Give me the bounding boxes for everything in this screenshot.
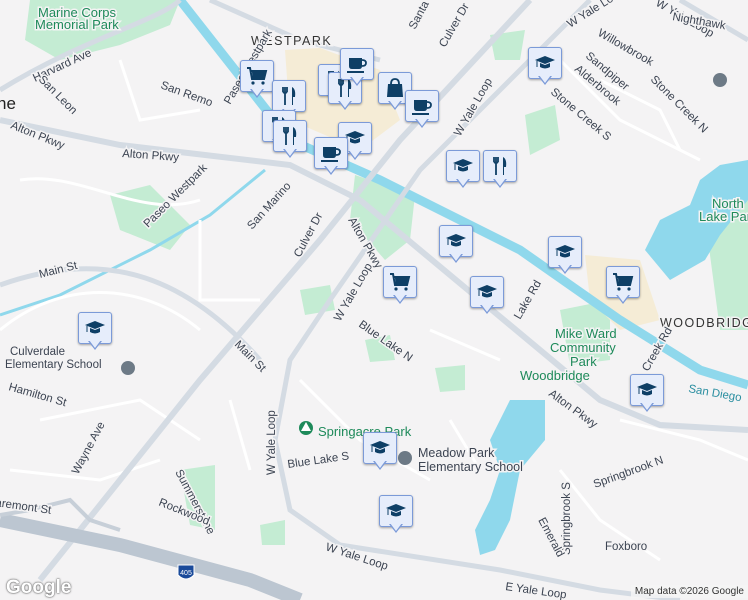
graduation-cap-icon: [475, 280, 499, 304]
map-marker[interactable]: [363, 432, 397, 472]
graduation-cap-icon: [451, 154, 475, 178]
street-label: Alton Pkwy: [9, 120, 66, 153]
marker-tip: [494, 178, 506, 186]
street-label: Springbrook N: [592, 454, 665, 490]
coffee-icon: [345, 52, 369, 76]
park-label: Park: [570, 354, 597, 369]
street-label: San Marino: [245, 180, 293, 232]
highway-number: 405: [180, 570, 192, 577]
street-label: San Remo: [159, 80, 214, 110]
street-label: W Yale Loop: [266, 410, 278, 475]
street-label: Wayne Ave: [70, 420, 108, 476]
marker-tip: [390, 523, 402, 531]
shopping-cart-icon: [245, 64, 269, 88]
marker-tip: [617, 294, 629, 302]
park-label: Memorial Park: [35, 17, 119, 32]
marker-tip: [394, 294, 406, 302]
marker-tip: [325, 165, 337, 173]
street-label: Hamilton St: [7, 381, 68, 409]
map-marker[interactable]: [439, 225, 473, 265]
map-marker[interactable]: [383, 266, 417, 306]
park-pin-icon: [299, 421, 313, 435]
marker-tip: [457, 178, 469, 186]
street-label: Blue Lake S: [287, 450, 350, 471]
shopping-cart-icon: [611, 270, 635, 294]
street-label: Stone Creek N: [648, 74, 710, 136]
water-label: San Diego: [687, 383, 742, 404]
street-label: Alton Pkwy: [122, 148, 180, 164]
coffee-icon: [319, 141, 343, 165]
marker-tip: [351, 76, 363, 84]
marker-tip: [349, 150, 361, 158]
marker-tip: [89, 340, 101, 348]
graduation-cap-icon: [553, 240, 577, 264]
marker-tip: [284, 148, 296, 156]
park-label: Lake Park: [699, 209, 748, 224]
marker-tip: [416, 118, 428, 126]
school-label: Meadow Park: [418, 446, 495, 460]
street-label: Santa: [407, 0, 432, 31]
marker-tip: [559, 264, 571, 272]
street-label: W Yale Loop: [452, 76, 495, 138]
marker-tip: [389, 100, 401, 108]
restaurant-icon: [488, 154, 512, 178]
street-label: Culver Dr: [437, 1, 472, 49]
graduation-cap-icon: [533, 51, 557, 75]
marker-tip: [539, 75, 551, 83]
marker-tip: [374, 460, 386, 468]
street-label: W Yale Loop: [565, 0, 626, 31]
map-marker[interactable]: [273, 120, 307, 160]
street-label: Main St: [38, 260, 80, 281]
school-label: Elementary School: [418, 460, 523, 474]
street-label: Foxboro: [605, 541, 647, 553]
graduation-cap-icon: [384, 499, 408, 523]
marker-tip: [251, 88, 263, 96]
interstate-shield: 405: [177, 564, 195, 580]
google-logo[interactable]: Google: [6, 577, 71, 599]
map-marker[interactable]: [446, 150, 480, 190]
map-marker[interactable]: [630, 374, 664, 414]
park-label: Mike Ward: [555, 326, 617, 341]
marker-tip: [481, 304, 493, 312]
city-label: ne: [0, 94, 16, 113]
shopping-bag-icon: [383, 76, 407, 100]
restaurant-icon: [278, 124, 302, 148]
graduation-cap-icon: [368, 436, 392, 460]
map-marker[interactable]: [240, 60, 274, 100]
marker-tip: [450, 253, 462, 261]
graduation-cap-icon: [635, 378, 659, 402]
map-marker[interactable]: [470, 276, 504, 316]
school-label: Culverdale: [10, 346, 65, 358]
map-marker[interactable]: [528, 47, 562, 87]
street-label: Lake Rd: [512, 278, 544, 321]
graduation-cap-icon: [83, 316, 107, 340]
coffee-icon: [410, 94, 434, 118]
graduation-cap-icon: [444, 229, 468, 253]
restaurant-icon: [277, 84, 301, 108]
park-label: Community: [550, 340, 616, 355]
park-label: Woodbridge: [520, 368, 590, 383]
street-label: W Yale Loop: [332, 261, 375, 323]
map-marker[interactable]: [405, 90, 439, 130]
map-marker[interactable]: [314, 137, 348, 177]
shopping-cart-icon: [388, 270, 412, 294]
map-attribution[interactable]: Map data ©2026 Google: [630, 585, 748, 598]
street-label: San Leon: [36, 74, 79, 117]
map-marker[interactable]: [548, 236, 582, 276]
area-label-woodbridge: WOODBRIDGE: [660, 316, 748, 330]
map-marker[interactable]: [379, 495, 413, 535]
school-label: Elementary School: [5, 359, 102, 371]
marker-tip: [339, 100, 351, 108]
map-marker[interactable]: [78, 312, 112, 352]
street-label: Springbrook S: [561, 482, 573, 555]
map-marker[interactable]: [483, 150, 517, 190]
marker-tip: [641, 402, 653, 410]
street-label: Main St: [232, 339, 269, 376]
map-marker[interactable]: [340, 48, 374, 88]
map-marker[interactable]: [606, 266, 640, 306]
